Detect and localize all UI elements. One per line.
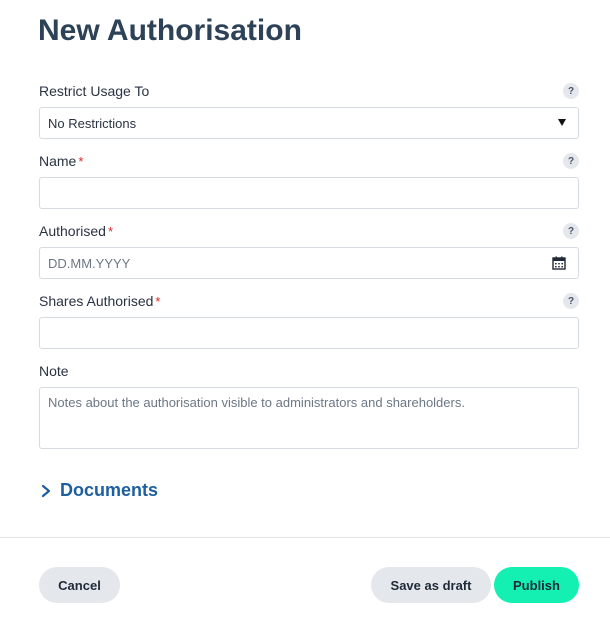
note-field: Note Notes about the authorisation visib… <box>39 360 579 449</box>
help-icon[interactable]: ? <box>563 83 579 99</box>
name-input[interactable] <box>40 178 578 208</box>
page-title: New Authorisation <box>38 14 302 47</box>
authorised-label-row: Authorised * ? <box>39 220 579 242</box>
name-label: Name <box>39 153 77 169</box>
new-authorisation-form: New Authorisation Restrict Usage To ? No… <box>0 0 610 620</box>
name-field: Name * ? <box>39 150 579 209</box>
authorised-date-input[interactable] <box>40 248 578 278</box>
restrict-usage-label-row: Restrict Usage To ? <box>39 80 579 102</box>
save-draft-button[interactable]: Save as draft <box>371 567 491 603</box>
restrict-usage-selected-value: No Restrictions <box>48 115 137 131</box>
help-icon[interactable]: ? <box>563 153 579 169</box>
required-asterisk: * <box>107 223 113 239</box>
documents-label: Documents <box>60 480 159 500</box>
restrict-usage-select[interactable]: No Restrictions <box>39 107 579 139</box>
cancel-button[interactable]: Cancel <box>39 567 120 603</box>
name-label-row: Name * ? <box>39 150 579 172</box>
authorised-date-wrapper <box>39 247 579 279</box>
required-asterisk: * <box>155 293 161 309</box>
shares-authorised-input-wrapper <box>39 317 579 349</box>
caret-down-icon <box>558 119 566 126</box>
authorised-field: Authorised * ? <box>39 220 579 279</box>
note-label-row: Note <box>39 360 579 382</box>
shares-authorised-label: Shares Authorised <box>39 293 154 309</box>
note-label: Note <box>39 363 69 379</box>
footer-divider <box>0 537 610 538</box>
restrict-usage-label: Restrict Usage To <box>39 83 150 99</box>
authorised-label: Authorised <box>39 223 106 239</box>
shares-authorised-input[interactable] <box>40 318 578 348</box>
required-asterisk: * <box>78 153 84 169</box>
help-icon[interactable]: ? <box>563 223 579 239</box>
name-input-wrapper <box>39 177 579 209</box>
restrict-usage-field: Restrict Usage To ? No Restrictions <box>39 80 579 139</box>
note-textarea[interactable]: Notes about the authorisation visible to… <box>39 387 579 449</box>
calendar-icon[interactable] <box>552 256 566 270</box>
chevron-right-icon <box>41 484 51 497</box>
publish-button[interactable]: Publish <box>494 567 579 603</box>
help-icon[interactable]: ? <box>563 293 579 309</box>
shares-authorised-label-row: Shares Authorised * ? <box>39 290 579 312</box>
documents-toggle[interactable]: Documents <box>40 480 158 501</box>
shares-authorised-field: Shares Authorised * ? <box>39 290 579 349</box>
